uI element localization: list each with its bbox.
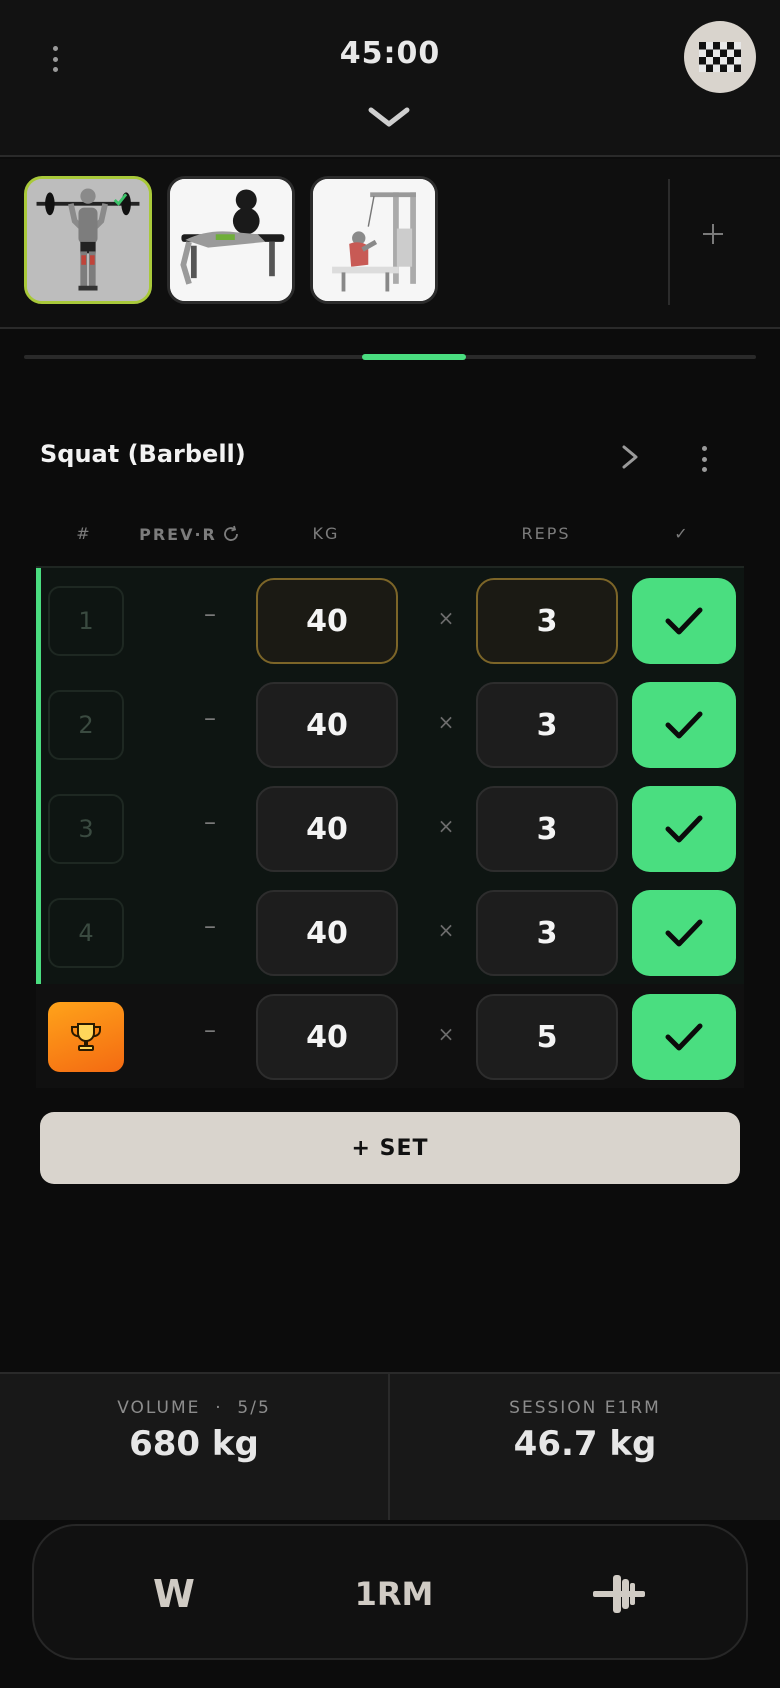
column-header-previous[interactable]: PREV·R [130,524,250,544]
reps-input[interactable]: 5 [476,994,618,1080]
set-row: 3 – 40 × 3 [36,776,744,880]
volume-label: VOLUME · 5/5 [117,1398,271,1418]
column-header-reps: REPS [521,524,571,543]
times-sign: × [437,606,455,630]
plate-calculator-button[interactable] [574,1556,664,1632]
checkmark-icon [665,607,703,635]
set-row: 4 – 40 × 3 [36,880,744,984]
overhead-press-image [27,179,149,301]
previous-value[interactable]: – [180,704,240,732]
warmup-button[interactable]: W [124,1556,224,1632]
times-sign: × [437,918,455,942]
complete-set-button[interactable] [632,994,736,1080]
weight-input[interactable]: 40 [256,890,398,976]
add-set-button[interactable]: + SET [40,1112,740,1184]
complete-set-button[interactable] [632,786,736,872]
plus-icon [703,224,723,244]
checkmark-icon [665,815,703,843]
finish-workout-button[interactable] [684,21,756,93]
exercise-progress-indicator [362,354,466,360]
complete-set-button[interactable] [632,890,736,976]
e1rm-stat: SESSION E1RM 46.7 kg [390,1374,780,1520]
workout-header: 45:00 [0,0,780,157]
weight-input[interactable]: 40 [256,786,398,872]
previous-value[interactable]: – [180,1016,240,1044]
e1rm-value: 46.7 kg [513,1424,657,1464]
reps-input[interactable]: 3 [476,786,618,872]
times-sign: × [437,814,455,838]
exercise-carousel [0,159,780,329]
set-number[interactable]: 4 [48,898,124,968]
cable-row-image [313,179,435,301]
weight-input[interactable]: 40 [256,578,398,664]
exercise-thumbnail-bench-press[interactable] [167,176,295,304]
exercise-title[interactable]: Squat (Barbell) [40,440,246,468]
bottom-toolbar: W 1RM [32,1524,748,1660]
chevron-right-icon[interactable] [618,442,642,472]
previous-value[interactable]: – [180,600,240,628]
barbell-plate-icon [593,1575,645,1613]
e1rm-label: SESSION E1RM [509,1398,661,1418]
set-row: 1 – 40 × 3 [36,568,744,672]
bench-press-image [170,179,292,301]
set-number[interactable]: 1 [48,586,124,656]
column-header-kg: KG [312,524,340,543]
carousel-divider [668,179,670,305]
times-sign: × [437,1022,455,1046]
set-number[interactable]: 2 [48,690,124,760]
workout-timer[interactable]: 45:00 [0,36,780,71]
weight-input[interactable]: 40 [256,682,398,768]
sets-table: 1 – 40 × 3 2 – 40 × 3 3 – 40 × 3 4 – 40 … [36,566,744,1088]
complete-set-button[interactable] [632,682,736,768]
exercise-thumbnail-overhead-press[interactable] [24,176,152,304]
previous-value[interactable]: – [180,808,240,836]
reps-input[interactable]: 3 [476,682,618,768]
column-header-previous-label: PREV·R [139,524,217,544]
exercise-thumbnail-cable-row[interactable] [310,176,438,304]
set-row: – 40 × 5 [36,984,744,1088]
set-number[interactable]: 3 [48,794,124,864]
column-header-number: # [76,524,92,543]
session-stats: VOLUME · 5/5 680 kg SESSION E1RM 46.7 kg [0,1372,780,1520]
complete-set-button[interactable] [632,578,736,664]
set-row: 2 – 40 × 3 [36,672,744,776]
checkered-flag-icon [699,42,741,72]
add-exercise-button[interactable] [690,211,736,257]
volume-value: 680 kg [129,1424,259,1464]
refresh-icon [224,525,238,541]
exercise-menu-icon[interactable] [697,446,711,472]
checkmark-icon [665,919,703,947]
checkmark-icon [665,1023,703,1051]
volume-stat: VOLUME · 5/5 680 kg [0,1374,390,1520]
trophy-icon [70,1023,102,1051]
weight-input[interactable]: 40 [256,994,398,1080]
previous-value[interactable]: – [180,912,240,940]
column-header-check: ✓ [674,524,690,543]
chevron-down-icon[interactable] [365,104,413,132]
reps-input[interactable]: 3 [476,890,618,976]
reps-input[interactable]: 3 [476,578,618,664]
exercise-progress-track[interactable] [24,354,756,360]
personal-record-badge[interactable] [48,1002,124,1072]
times-sign: × [437,710,455,734]
checkmark-icon [665,711,703,739]
one-rep-max-button[interactable]: 1RM [334,1556,454,1632]
